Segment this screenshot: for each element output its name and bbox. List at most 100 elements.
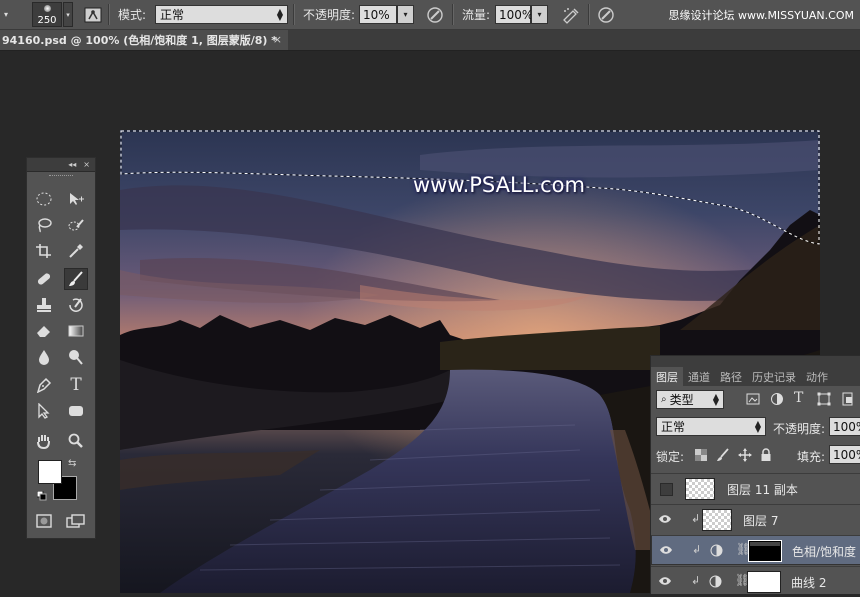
healing-brush-tool[interactable]: [32, 268, 56, 290]
layer-name[interactable]: 曲线 2: [791, 574, 826, 591]
eyedropper-icon: [69, 244, 83, 258]
brush-icon: [69, 271, 83, 286]
tab-history[interactable]: 历史记录: [747, 367, 801, 386]
filter-shape-icon[interactable]: [817, 392, 831, 409]
tab-actions[interactable]: 动作: [801, 367, 833, 386]
lasso-tool[interactable]: [32, 214, 56, 236]
layers-panel-tabs: 图层 通道 路径 历史记录 动作: [651, 356, 860, 386]
layer-thumbnail: [685, 478, 715, 500]
visibility-toggle-off[interactable]: [660, 483, 673, 496]
gradient-tool[interactable]: [64, 320, 88, 342]
crop-icon: [36, 244, 51, 258]
stamp-icon: [37, 298, 51, 312]
swap-colors-icon[interactable]: ⇆: [68, 458, 76, 469]
move-icon: [70, 193, 84, 205]
eraser-icon: [37, 326, 50, 337]
eye-icon[interactable]: [658, 575, 672, 590]
watermark-text: www.PSALL.com: [413, 173, 585, 197]
adjustment-layer-icon: [710, 544, 723, 560]
history-brush-icon: [69, 298, 83, 312]
layer-mask-thumbnail[interactable]: [748, 540, 782, 562]
search-icon: ⌕: [661, 394, 667, 405]
blur-tool[interactable]: [32, 346, 56, 368]
blend-mode-value: 正常: [661, 420, 686, 434]
crop-tool[interactable]: [32, 240, 56, 262]
panel-grip[interactable]: [49, 175, 73, 182]
default-colors-icon[interactable]: [36, 490, 47, 504]
close-icon[interactable]: ×: [83, 160, 90, 169]
gradient-icon: [68, 325, 84, 337]
layer-row[interactable]: ↲ ⛓ 曲线 2: [651, 566, 860, 597]
eye-icon[interactable]: [659, 544, 673, 559]
eyedropper-tool[interactable]: [64, 240, 88, 262]
lock-label: 锁定:: [656, 450, 685, 464]
tab-layers[interactable]: 图层: [651, 367, 683, 386]
dodge-tool[interactable]: [64, 346, 88, 368]
screen-mode-icon: [66, 514, 85, 528]
water-drop-icon: [39, 350, 49, 365]
fill-label: 填充:: [797, 450, 826, 464]
layer-name[interactable]: 色相/饱和度: [792, 543, 856, 560]
blend-mode-select[interactable]: 正常 ▲ ▼: [656, 417, 766, 436]
marquee-tool[interactable]: [32, 188, 56, 210]
magnifier-icon: [68, 433, 83, 448]
type-t-icon: T: [70, 375, 82, 395]
lock-transparent-pixels-icon[interactable]: [695, 449, 707, 464]
pen-tool[interactable]: [32, 374, 56, 396]
quick-mask-icon: [36, 514, 52, 528]
dodge-icon: [69, 350, 83, 365]
layer-name[interactable]: 图层 11 副本: [727, 481, 798, 498]
screen-mode-toggle[interactable]: [64, 510, 88, 532]
adjustment-layer-icon: [709, 575, 722, 591]
clone-stamp-tool[interactable]: [32, 294, 56, 316]
pen-icon: [36, 377, 52, 393]
quick-mask-toggle[interactable]: [32, 510, 56, 532]
move-tool[interactable]: [64, 188, 88, 210]
eraser-tool[interactable]: [32, 320, 56, 342]
collapse-icon[interactable]: ◂◂: [68, 160, 76, 169]
layer-filter-select[interactable]: ⌕ 类型 ▲ ▼: [656, 390, 724, 409]
tab-paths[interactable]: 路径: [715, 367, 747, 386]
filter-pixel-icon[interactable]: [746, 392, 760, 409]
clipping-mask-icon: ↲: [692, 543, 702, 556]
rounded-rect-icon: [69, 406, 83, 416]
layers-panel: 图层 通道 路径 历史记录 动作 ⌕ 类型 ▲▼ T 正常 ▲▼ 不透明度:: [650, 355, 860, 594]
clipping-mask-icon: ↲: [691, 512, 701, 525]
filter-type-icon[interactable]: T: [794, 390, 803, 406]
fill-input[interactable]: 100%: [829, 445, 860, 464]
layer-mask-thumbnail[interactable]: [747, 571, 781, 593]
zoom-tool[interactable]: [64, 430, 88, 452]
layer-row-selected[interactable]: ↲ ⛓ 色相/饱和度: [651, 535, 860, 565]
foreground-color-front[interactable]: [38, 460, 62, 484]
layer-filter-value: 类型: [669, 393, 694, 407]
bandage-icon: [37, 273, 51, 285]
type-tool[interactable]: T: [64, 374, 88, 396]
tools-panel: ◂◂ × T ⇆: [26, 157, 96, 539]
lasso-icon: [38, 218, 52, 233]
lock-image-pixels-icon[interactable]: [716, 448, 730, 465]
layer-opacity-input[interactable]: 100%: [829, 417, 860, 436]
layer-row[interactable]: ↲ 图层 7: [651, 504, 860, 535]
brush-tool[interactable]: [64, 268, 88, 290]
lock-all-icon[interactable]: [760, 448, 772, 465]
history-brush-tool[interactable]: [64, 294, 88, 316]
path-selection-tool[interactable]: [32, 400, 56, 422]
updown-arrows-icon: ▲ ▼: [754, 419, 761, 434]
layer-opacity-label: 不透明度:: [773, 422, 826, 436]
tools-panel-header: ◂◂ ×: [27, 158, 95, 172]
quick-selection-tool[interactable]: [64, 214, 88, 236]
direct-selection-icon: [38, 403, 50, 419]
tab-channels[interactable]: 通道: [683, 367, 715, 386]
filter-adjustment-icon[interactable]: [770, 392, 784, 409]
clipping-mask-icon: ↲: [691, 574, 701, 587]
shape-tool[interactable]: [64, 400, 88, 422]
quick-selection-icon: [68, 219, 84, 231]
hand-tool[interactable]: [32, 430, 56, 452]
layer-name[interactable]: 图层 7: [743, 512, 778, 529]
layer-thumbnail: [702, 509, 732, 531]
lock-position-icon[interactable]: [738, 448, 752, 465]
ellipse-marquee-icon: [36, 192, 52, 206]
filter-smart-object-icon[interactable]: [841, 392, 855, 409]
layer-row[interactable]: 图层 11 副本: [651, 473, 860, 504]
eye-icon[interactable]: [658, 513, 672, 528]
